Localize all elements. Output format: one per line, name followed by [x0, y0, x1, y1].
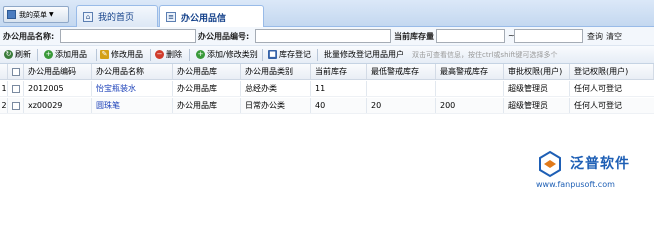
row-number: 2 — [0, 98, 8, 113]
table-header-row: 办公用品编码 办公用品名称 办公用品库 办公用品类别 当前库存 最低警戒库存 最… — [0, 64, 654, 80]
tab-office-supplies[interactable]: ≡ 办公用品信 — [159, 5, 264, 28]
add-item-label: 添加用品 — [55, 50, 87, 59]
toolbar-divider — [317, 49, 318, 61]
cell-max-stock: 200 — [436, 98, 504, 113]
header-name[interactable]: 办公用品名称 — [92, 64, 173, 79]
header-min-stock[interactable]: 最低警戒库存 — [367, 64, 436, 79]
delete-icon: − — [155, 50, 164, 59]
cell-category: 日常办公类 — [241, 98, 311, 113]
toolbar-hint: 双击可查看信息，按住ctrl或shift键可选择多个 — [412, 51, 558, 59]
brand-logo: 泛普软件 www.fanpusoft.com — [516, 148, 644, 192]
select-all-checkbox[interactable] — [11, 67, 20, 76]
cell-code: xz00029 — [24, 98, 92, 113]
query-button[interactable]: 查询 — [587, 31, 603, 42]
edit-item-button[interactable]: ✎ 修改用品 — [100, 49, 143, 60]
add-item-button[interactable]: + 添加用品 — [44, 49, 87, 60]
add-modify-category-label: 添加/修改类别 — [207, 50, 258, 59]
header-max-stock[interactable]: 最高警戒库存 — [436, 64, 504, 79]
stock-max-input[interactable] — [514, 29, 583, 43]
toolbar-divider — [37, 49, 38, 61]
my-menu-button[interactable]: 我的菜单 ▼ — [3, 6, 69, 23]
stock-register-label: 库存登记 — [279, 50, 311, 59]
header-category[interactable]: 办公用品类别 — [241, 64, 311, 79]
filter-bar: 办公用品名称: 办公用品编号: 当前库存量 ~ 查询 清空 — [0, 27, 654, 46]
add-modify-category-button[interactable]: + 添加/修改类别 — [196, 49, 258, 60]
toolbar-divider — [262, 49, 263, 61]
cell-store: 办公用品库 — [173, 98, 241, 113]
cell-approve: 超级管理员 — [504, 81, 570, 96]
logo-url: www.fanpusoft.com — [536, 180, 615, 189]
cell-approve: 超级管理员 — [504, 98, 570, 113]
item-name-label: 办公用品名称: — [3, 32, 55, 41]
delete-button[interactable]: − 删除 — [155, 49, 182, 60]
toolbar-divider — [96, 49, 97, 61]
refresh-icon: ↻ — [4, 50, 13, 59]
header-stock[interactable]: 当前库存 — [311, 64, 367, 79]
toolbar: ↻ 刷新 + 添加用品 ✎ 修改用品 − 删除 + 添加/修改类别 ■ 库存登记… — [0, 46, 654, 64]
delete-label: 删除 — [166, 50, 182, 59]
stock-min-input[interactable] — [436, 29, 505, 43]
header-select-all[interactable] — [8, 64, 24, 79]
add-icon: + — [44, 50, 53, 59]
toolbar-divider — [150, 49, 151, 61]
item-code-input[interactable] — [255, 29, 391, 43]
cell-code: 2012005 — [24, 81, 92, 96]
tab-office-supplies-label: 办公用品信 — [181, 13, 227, 24]
cell-category: 总经办类 — [241, 81, 311, 96]
table-row[interactable]: 1 2012005 怡宝瓶装水 办公用品库 总经办类 11 超级管理员 任何人可… — [0, 81, 654, 97]
toolbar-divider — [189, 49, 190, 61]
tab-bar: 我的菜单 ▼ ⌂ 我的首页 ≡ 办公用品信 — [0, 0, 654, 28]
refresh-button[interactable]: ↻ 刷新 — [4, 49, 31, 60]
chevron-down-icon: ▼ — [49, 11, 54, 18]
row-checkbox[interactable] — [11, 101, 20, 110]
header-row-number — [0, 64, 8, 79]
refresh-label: 刷新 — [15, 50, 31, 59]
edit-item-label: 修改用品 — [111, 50, 143, 59]
stock-label: 当前库存量 — [394, 32, 434, 41]
row-select[interactable] — [8, 98, 24, 113]
logo-mark-icon — [539, 150, 561, 178]
cell-min-stock — [367, 81, 436, 96]
tab-home-label: 我的首页 — [98, 13, 135, 23]
table-row[interactable]: 2 xz00029 圆珠笔 办公用品库 日常办公类 40 20 200 超级管理… — [0, 98, 654, 114]
cell-register: 任何人可登记 — [574, 84, 622, 93]
edit-icon: ✎ — [100, 50, 109, 59]
home-icon: ⌂ — [83, 11, 93, 22]
cell-name-link[interactable]: 圆珠笔 — [92, 98, 173, 113]
cell-register: 任何人可登记 — [574, 101, 622, 110]
cell-stock: 40 — [311, 98, 367, 113]
item-name-input[interactable] — [60, 29, 196, 43]
row-select[interactable] — [8, 81, 24, 96]
stock-register-button[interactable]: ■ 库存登记 — [268, 49, 311, 60]
header-register[interactable]: 登记权限(用户) — [570, 64, 654, 79]
document-icon: ≡ — [166, 12, 176, 22]
header-code[interactable]: 办公用品编码 — [24, 64, 92, 79]
batch-modify-label: 批量修改登记用品用户 — [324, 50, 404, 59]
tab-home[interactable]: ⌂ 我的首页 — [76, 5, 158, 27]
item-code-label: 办公用品编号: — [198, 32, 250, 41]
cell-max-stock — [436, 81, 504, 96]
add-icon: + — [196, 50, 205, 59]
header-store[interactable]: 办公用品库 — [173, 64, 241, 79]
cell-min-stock: 20 — [367, 98, 436, 113]
menu-icon — [7, 10, 16, 19]
row-number: 1 — [0, 81, 8, 96]
register-icon: ■ — [268, 50, 277, 59]
my-menu-label: 我的菜单 — [19, 10, 47, 19]
batch-modify-button[interactable]: 批量修改登记用品用户 — [324, 49, 404, 60]
logo-name: 泛普软件 — [570, 156, 630, 172]
cell-stock: 11 — [311, 81, 367, 96]
clear-button[interactable]: 清空 — [606, 31, 622, 42]
cell-store: 办公用品库 — [173, 81, 241, 96]
cell-name-link[interactable]: 怡宝瓶装水 — [92, 81, 173, 96]
row-checkbox[interactable] — [11, 84, 20, 93]
header-approve[interactable]: 审批权限(用户) — [504, 64, 570, 79]
